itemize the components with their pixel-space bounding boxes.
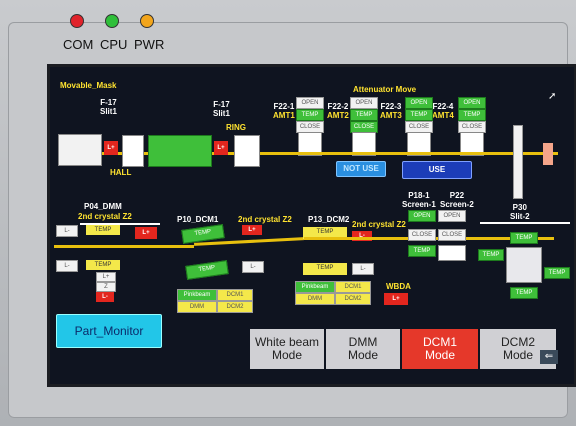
dcm1-lplus-top: L+ [242,225,262,235]
dcm2-temp-bottom: TEMP [303,263,347,275]
ring-label: RING [226,123,246,132]
screen2-label: P22 Screen-2 [440,191,474,209]
dmm-temp-bottom: TEMP [86,260,120,270]
crystal-z2-b-label: 2nd crystal Z2 [238,215,292,224]
cpu-led-label: CPU [100,37,128,52]
amt4-temp: TEMP [458,109,486,121]
hmi-screen: Movable_Mask Attenuator Move ➚ F-17 Slit1… [47,64,576,387]
dcm1-temp-bottom: TEMP [185,260,229,280]
amt2-temp: TEMP [350,109,378,121]
amt4-open[interactable]: OPEN [458,97,486,109]
wbda-label: WBDA [386,282,411,291]
dcm2-dcm2-tag: DCM2 [335,293,371,305]
slit2-bracket-top [480,222,570,224]
dcm2-dmm-tag: DMM [295,293,335,305]
slit2-temp-top: TEMP [510,232,538,244]
dmm-z-indicator: Z [96,282,116,292]
dmm-lminus-top: L- [56,225,78,237]
dcm1-dcm1-tag: DCM1 [217,289,253,301]
dmm-lminus-red: L- [96,292,114,302]
slit2-temp-bottom: TEMP [510,287,538,299]
lower-beam-left [54,245,194,248]
slit2-temp-right: TEMP [544,267,570,279]
slit1-right-block [234,135,260,167]
crystal-z2-a-label: 2nd crystal Z2 [78,212,132,221]
p04-dmm-label: P04_DMM [84,202,122,211]
hall-label: HALL [110,168,132,177]
not-use-button[interactable]: NOT USE [336,161,386,177]
screen2-body [438,245,466,261]
back-arrow-icon[interactable]: ⇐ [540,350,558,364]
dcm1-mode-button[interactable]: DCM1 Mode [402,329,478,369]
movable-mask-block [58,134,102,166]
wbda-lplus: L+ [384,293,408,305]
f17-slit1-ring-title: F-17 Slit1 [213,100,230,118]
attenuator-move-label: Attenuator Move [353,85,417,94]
mask-lplus-indicator: L+ [104,141,118,155]
dcm2-lminus-bottom: L- [352,263,374,275]
dmm-lplus-bottom: L+ [96,272,116,282]
screen1-temp: TEMP [408,245,436,257]
screen1-open[interactable]: OPEN [408,210,436,222]
dcm1-dmm-tag: DMM [177,301,217,313]
amt2-open[interactable]: OPEN [350,97,378,109]
crystal-z2-c-label: 2nd crystal Z2 [352,220,406,229]
com-led-label: COM [63,37,94,52]
dmm-temp-top: TEMP [86,225,120,235]
slit1-lplus-indicator: L+ [214,141,228,155]
dmm-lminus-bottom: L- [56,260,78,272]
amt2-title: F22-2 AMT2 [327,102,349,120]
dmm-mode-button[interactable]: DMM Mode [326,329,400,369]
movable-mask-label: Movable_Mask [60,81,117,90]
slit1-green-block [148,135,212,167]
dcm1-lminus-bottom: L- [242,261,264,273]
amt4-title: F22-4 AMT4 [432,102,454,120]
amt1-open[interactable]: OPEN [296,97,324,109]
slit2-body [506,247,542,283]
screen1-close[interactable]: CLOSE [408,229,436,241]
white-beam-mode-button[interactable]: White beam Mode [250,329,324,369]
amt3-title: F22-3 AMT3 [380,102,402,120]
p13-dcm2-label: P13_DCM2 [308,215,350,224]
amt1-title: F22-1 AMT1 [273,102,295,120]
screen1-label: P18-1 Screen-1 [402,191,436,209]
f17-slit1-title: F-17 Slit1 [100,98,117,116]
end-pink-block [543,143,553,165]
pwr-led-label: PWR [134,37,165,52]
slit2-temp-left: TEMP [478,249,504,261]
slit2-vertical-bar [513,125,523,199]
amt1-temp: TEMP [296,109,324,121]
cursor-icon: ➚ [548,91,557,102]
dmm-lplus-top: L+ [135,227,157,239]
slit1-left-block [122,135,144,167]
dcm2-pinkbeam-tag: Pinkbeam [295,281,335,293]
amt3-temp: TEMP [405,109,433,121]
use-button[interactable]: USE [402,161,472,179]
cpu-led [105,14,119,28]
slit2-label: P30 Slit-2 [510,203,530,221]
dcm1-dcm2-tag: DCM2 [217,301,253,313]
dcm2-dcm1-tag: DCM1 [335,281,371,293]
com-led [70,14,84,28]
screen2-open[interactable]: OPEN [438,210,466,222]
amt3-open[interactable]: OPEN [405,97,433,109]
pwr-led [140,14,154,28]
screen2-close[interactable]: CLOSE [438,229,466,241]
part-monitor-button[interactable]: Part_Monitor [56,314,162,348]
p10-dcm1-label: P10_DCM1 [177,215,219,224]
dcm1-pinkbeam-tag: Pinkbeam [177,289,217,301]
